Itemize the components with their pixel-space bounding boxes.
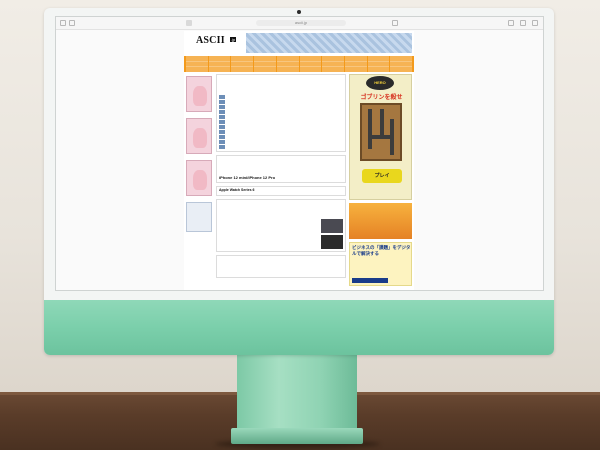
webcam — [297, 10, 301, 14]
share-icon[interactable] — [508, 20, 514, 26]
news-thumbnail — [219, 129, 225, 134]
article-headline[interactable]: iPhone 12 mini/iPhone 12 Pro — [219, 175, 343, 180]
news-list — [216, 74, 346, 152]
ranking-text — [219, 219, 319, 233]
watch-article[interactable]: Apple Watch Series 6 — [216, 186, 346, 196]
back-icon[interactable] — [69, 20, 75, 26]
news-thumbnail — [219, 109, 225, 114]
ad-column: HERO ゴブリンを殺せ プレイ ビジネスの「課題」をデジタルで解決する — [349, 74, 412, 290]
address-bar[interactable]: ascii.jp — [256, 20, 346, 26]
imac-chin — [44, 300, 554, 355]
browser-toolbar: ascii.jp — [56, 17, 543, 30]
ranking-box — [216, 199, 346, 252]
tab-overview-icon[interactable] — [532, 20, 538, 26]
shield-icon — [186, 20, 192, 26]
news-thumbnail — [219, 134, 225, 139]
feature-article[interactable]: iPhone 12 mini/iPhone 12 Pro — [216, 155, 346, 183]
magazine-cover[interactable] — [186, 118, 212, 154]
nav-item[interactable] — [299, 66, 322, 72]
new-tab-icon[interactable] — [520, 20, 526, 26]
header-banner-ad[interactable] — [246, 33, 412, 53]
news-thumbnail — [219, 124, 225, 129]
puzzle-illustration — [360, 103, 402, 161]
ranking-image — [321, 219, 343, 233]
magazine-cover[interactable] — [186, 76, 212, 112]
hero-badge: HERO — [366, 76, 394, 90]
monitor-stand — [237, 354, 357, 430]
ad-headline: ビジネスの「課題」をデジタルで解決する — [352, 245, 411, 256]
nav-item[interactable] — [231, 66, 254, 72]
monitor-stand-foot — [231, 428, 363, 444]
ranking-image — [321, 235, 343, 249]
play-button[interactable]: プレイ — [362, 169, 402, 183]
ad-cta-button[interactable] — [352, 278, 388, 283]
nav-item[interactable] — [390, 66, 413, 72]
web-page: ASCII .jp iPhone 12 mini/iPhone 12 Pro A… — [184, 31, 414, 290]
business-ad[interactable]: ビジネスの「課題」をデジタルで解決する — [349, 242, 412, 286]
nav-item[interactable] — [367, 66, 390, 72]
news-thumbnail — [219, 114, 225, 119]
cover-photo — [193, 128, 207, 148]
reload-icon[interactable] — [392, 20, 398, 26]
side-banner[interactable] — [186, 202, 212, 232]
nav-item[interactable] — [186, 66, 208, 72]
nav-item[interactable] — [208, 66, 231, 72]
nav-item[interactable] — [344, 66, 367, 72]
ranking-item[interactable] — [219, 235, 343, 249]
news-thumbnail — [219, 139, 225, 144]
news-thumbnail — [219, 104, 225, 109]
nav-item[interactable] — [254, 66, 276, 72]
main-column: iPhone 12 mini/iPhone 12 Pro Apple Watch… — [216, 74, 346, 290]
magazine-column — [184, 74, 214, 290]
pipe-shape — [368, 109, 372, 149]
ranking-item[interactable] — [219, 219, 343, 233]
ad-headline: ゴブリンを殺せ — [360, 95, 403, 101]
article-headline[interactable]: Apple Watch Series 6 — [219, 188, 343, 193]
category-navbar — [184, 56, 414, 72]
magazine-cover[interactable] — [186, 160, 212, 196]
cover-photo — [193, 86, 207, 106]
pipe-shape — [368, 135, 394, 139]
list-item[interactable] — [219, 144, 343, 149]
ranking-text — [219, 235, 319, 249]
site-logo-suffix: .jp — [230, 37, 237, 42]
nav-item[interactable] — [276, 66, 299, 72]
news-thumbnail — [219, 119, 225, 124]
nav-item[interactable] — [322, 66, 344, 72]
news-thumbnail — [219, 144, 225, 149]
site-logo[interactable]: ASCII — [196, 35, 225, 46]
bottom-tabs — [216, 255, 346, 278]
goblin-game-ad[interactable]: HERO ゴブリンを殺せ プレイ — [349, 74, 412, 200]
news-thumbnail — [219, 99, 225, 104]
sidebar-toggle-icon[interactable] — [60, 20, 66, 26]
game-ad[interactable] — [349, 203, 412, 239]
news-thumbnail — [219, 94, 225, 99]
cover-photo — [193, 170, 207, 190]
nav-row — [186, 66, 413, 72]
display-screen: ascii.jp ASCII .jp iPhone 12 mini/iPhone… — [55, 16, 544, 291]
